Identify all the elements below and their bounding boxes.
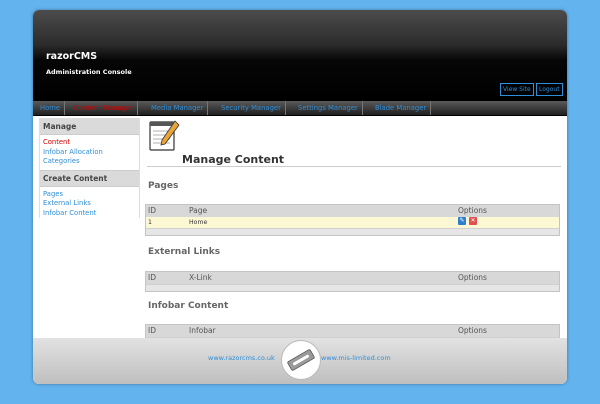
- column-header-options: Options: [458, 273, 487, 282]
- section-title-external-links: External Links: [148, 247, 221, 257]
- sidebar-item-pages[interactable]: Pages: [43, 190, 139, 200]
- row-page-name: Home: [189, 219, 208, 226]
- table-header: ID Page Options: [145, 204, 560, 217]
- external-links-table: ID X-Link Options: [145, 271, 560, 292]
- notepad-pencil-icon: [149, 120, 180, 151]
- sidebar-item-external-links[interactable]: External Links: [43, 199, 139, 209]
- section-title-pages: Pages: [148, 181, 179, 191]
- table-header: ID Infobar Options: [145, 324, 560, 337]
- table-footer: [145, 228, 560, 236]
- sidebar-manage-list: Content Infobar Allocation Categories: [40, 135, 139, 170]
- column-header-page: Page: [189, 206, 208, 215]
- main-nav: Home Content Manager Media Manager Secur…: [33, 101, 567, 116]
- column-header-options: Options: [458, 326, 487, 335]
- delete-icon[interactable]: ✕: [469, 217, 477, 225]
- column-header-x-link: X-Link: [189, 273, 212, 282]
- app-window: razorCMS Administration Console View Sit…: [33, 10, 567, 384]
- view-site-button[interactable]: View Site: [500, 83, 534, 96]
- table-footer: [145, 284, 560, 292]
- sidebar-item-content[interactable]: Content: [43, 138, 139, 148]
- table-row: 1 Home ✎ ✕: [145, 217, 560, 228]
- section-title-infobar-content: Infobar Content: [148, 301, 229, 311]
- footer: www.razorcms.co.uk www.mis-limited.com: [33, 338, 567, 384]
- sidebar-item-infobar-allocation[interactable]: Infobar Allocation: [43, 148, 139, 158]
- nav-settings-manager[interactable]: Settings Manager: [294, 101, 363, 115]
- razor-blade-icon: [287, 349, 315, 371]
- header: razorCMS Administration Console View Sit…: [33, 10, 567, 101]
- column-header-id: ID: [148, 273, 156, 282]
- content-area: Manage Content Infobar Allocation Catego…: [33, 116, 567, 345]
- edit-icon[interactable]: ✎: [458, 217, 466, 225]
- razor-blade-logo: [281, 340, 321, 380]
- app-subtitle: Administration Console: [46, 68, 132, 76]
- column-header-options: Options: [458, 206, 487, 215]
- pages-table: ID Page Options 1 Home ✎ ✕: [145, 204, 560, 236]
- nav-media-manager[interactable]: Media Manager: [147, 101, 209, 115]
- sidebar-create-list: Pages External Links Infobar Content: [40, 186, 139, 221]
- nav-home[interactable]: Home: [36, 101, 66, 115]
- sidebar-item-infobar-content[interactable]: Infobar Content: [43, 209, 139, 219]
- app-name: razorCMS: [46, 51, 98, 62]
- sidebar-heading-manage: Manage: [40, 119, 139, 135]
- column-header-infobar: Infobar: [189, 326, 216, 335]
- sidebar-item-categories[interactable]: Categories: [43, 157, 139, 167]
- logout-button[interactable]: Logout: [536, 83, 563, 96]
- nav-content-manager[interactable]: Content Manager: [70, 101, 138, 115]
- sidebar: Manage Content Infobar Allocation Catego…: [39, 118, 140, 221]
- row-id: 1: [148, 219, 152, 226]
- column-header-id: ID: [148, 206, 156, 215]
- footer-link-mis-limited[interactable]: www.mis-limited.com: [321, 354, 391, 362]
- title-divider: [147, 166, 561, 167]
- sidebar-heading-create: Create Content: [40, 169, 139, 187]
- nav-blade-manager[interactable]: Blade Manager: [371, 101, 432, 115]
- page-title: Manage Content: [182, 153, 285, 166]
- column-header-id: ID: [148, 326, 156, 335]
- nav-security-manager[interactable]: Security Manager: [217, 101, 286, 115]
- footer-link-razorcms[interactable]: www.razorcms.co.uk: [208, 354, 275, 362]
- table-header: ID X-Link Options: [145, 271, 560, 284]
